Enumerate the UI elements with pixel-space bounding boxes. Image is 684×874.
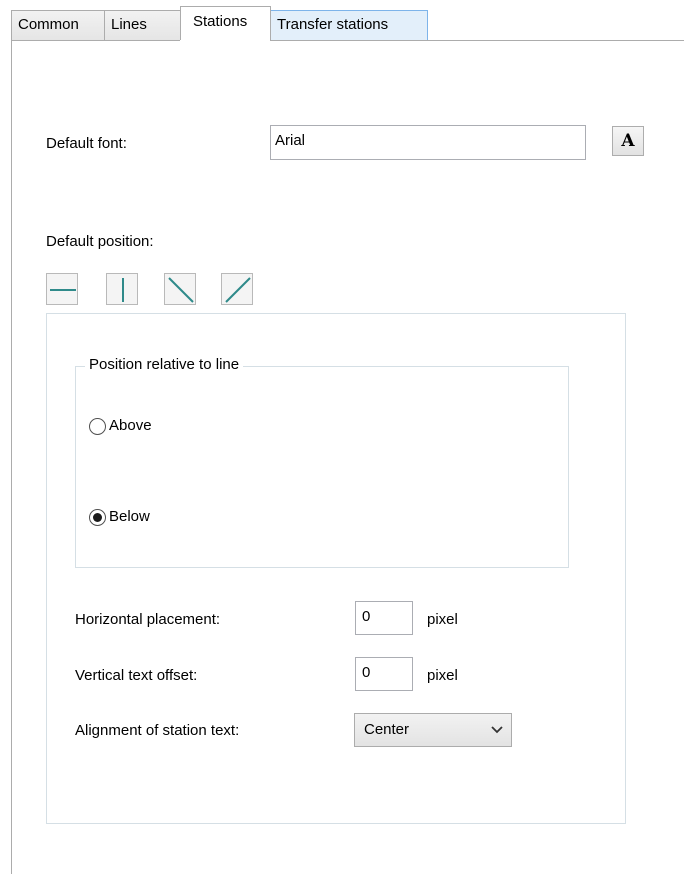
- horizontal-placement-input[interactable]: 0: [355, 601, 413, 635]
- position-horizontal-button[interactable]: [46, 273, 78, 305]
- vertical-offset-input[interactable]: 0: [355, 657, 413, 691]
- tab-divider: [11, 40, 684, 41]
- tab-label: Lines: [111, 16, 147, 33]
- tab-lines[interactable]: Lines: [104, 10, 181, 40]
- tab-page-border: [11, 40, 12, 874]
- alignment-dropdown[interactable]: Center: [354, 713, 512, 747]
- position-vertical-button[interactable]: [106, 273, 138, 305]
- relative-position-title: Position relative to line: [85, 356, 244, 373]
- font-picker-button[interactable]: A: [612, 126, 644, 156]
- diagonal-up-icon: [225, 277, 251, 303]
- tab-strip: Common Lines Stations Transfer stations: [0, 0, 684, 44]
- horizontal-unit-label: pixel: [427, 611, 458, 628]
- tab-label: Stations: [193, 13, 248, 30]
- above-radio[interactable]: [89, 418, 106, 435]
- default-font-label: Default font:: [46, 135, 127, 152]
- below-radio[interactable]: [89, 509, 106, 526]
- above-label[interactable]: Above: [109, 417, 152, 434]
- vertical-unit-label: pixel: [427, 667, 458, 684]
- vertical-line-icon: [122, 278, 124, 302]
- vertical-offset-label: Vertical text offset:: [75, 667, 198, 684]
- diagonal-down-icon: [168, 277, 194, 303]
- position-diagonal-up-button[interactable]: [221, 273, 253, 305]
- radio-selected-dot: [93, 513, 102, 522]
- alignment-label: Alignment of station text:: [75, 722, 240, 739]
- chevron-down-icon: [491, 726, 503, 734]
- default-font-field[interactable]: Arial: [270, 125, 586, 160]
- tab-common[interactable]: Common: [11, 10, 105, 40]
- below-label[interactable]: Below: [109, 508, 150, 525]
- alignment-value: Center: [364, 721, 410, 738]
- tab-stations[interactable]: Stations: [180, 6, 271, 41]
- horizontal-line-icon: [50, 289, 76, 291]
- position-diagonal-down-button[interactable]: [164, 273, 196, 305]
- relative-position-group: [75, 366, 569, 568]
- tab-label: Transfer stations: [277, 16, 389, 33]
- font-icon: A: [621, 131, 635, 151]
- tab-transfer-stations[interactable]: Transfer stations: [270, 10, 428, 40]
- horizontal-placement-label: Horizontal placement:: [75, 611, 221, 628]
- tab-label: Common: [18, 16, 79, 33]
- default-position-label: Default position:: [46, 233, 154, 250]
